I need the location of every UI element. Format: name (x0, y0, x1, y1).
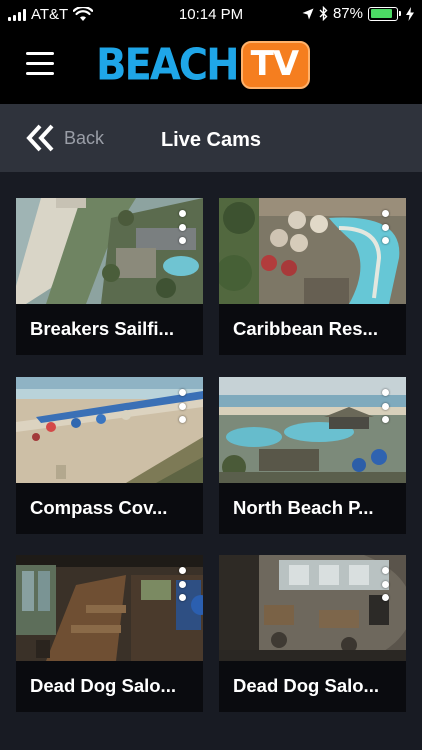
cam-card[interactable]: Dead Dog Salo... (219, 555, 406, 712)
more-options-icon[interactable] (175, 567, 189, 601)
more-options-icon[interactable] (175, 210, 189, 244)
cam-card[interactable]: Compass Cov... (16, 377, 203, 534)
hamburger-menu-icon[interactable] (26, 52, 58, 80)
charging-bolt-icon (406, 6, 414, 21)
cam-card[interactable]: North Beach P... (219, 377, 406, 534)
more-options-icon[interactable] (175, 389, 189, 423)
location-arrow-icon (302, 8, 314, 19)
battery-percent: 87% (332, 5, 363, 22)
app-header: BEACH TV (0, 30, 422, 104)
cam-title: Compass Cov... (30, 497, 168, 518)
battery-level (370, 9, 393, 18)
page-title: Live Cams (160, 129, 262, 151)
logo-tv-badge: TV (240, 41, 311, 89)
cam-title: Dead Dog Salo... (30, 675, 176, 696)
cam-card[interactable]: Caribbean Res... (219, 198, 406, 355)
cam-title: Dead Dog Salo... (233, 675, 379, 696)
status-right: 87% (302, 5, 414, 22)
more-options-icon[interactable] (378, 389, 392, 423)
bluetooth-icon (319, 6, 328, 21)
live-cams-grid: Breakers Sailfi... Caribbean Res... Comp… (0, 172, 422, 750)
cam-title: Breakers Sailfi... (30, 318, 174, 339)
cam-title: North Beach P... (233, 497, 374, 518)
navigation-bar: Back Live Cams (0, 104, 422, 172)
more-options-icon[interactable] (378, 210, 392, 244)
app-screen: AT&T 10:14 PM 87% BEACH TV Back Live Cam… (0, 0, 422, 750)
battery-icon (368, 6, 401, 21)
logo-beach-text: BEACH (96, 39, 240, 91)
cam-card[interactable]: Breakers Sailfi... (16, 198, 203, 355)
status-bar: AT&T 10:14 PM 87% (0, 0, 422, 30)
cam-title: Caribbean Res... (233, 318, 378, 339)
cam-card[interactable]: Dead Dog Salo... (16, 555, 203, 712)
more-options-icon[interactable] (378, 567, 392, 601)
beach-tv-logo: BEACH TV (96, 39, 311, 91)
